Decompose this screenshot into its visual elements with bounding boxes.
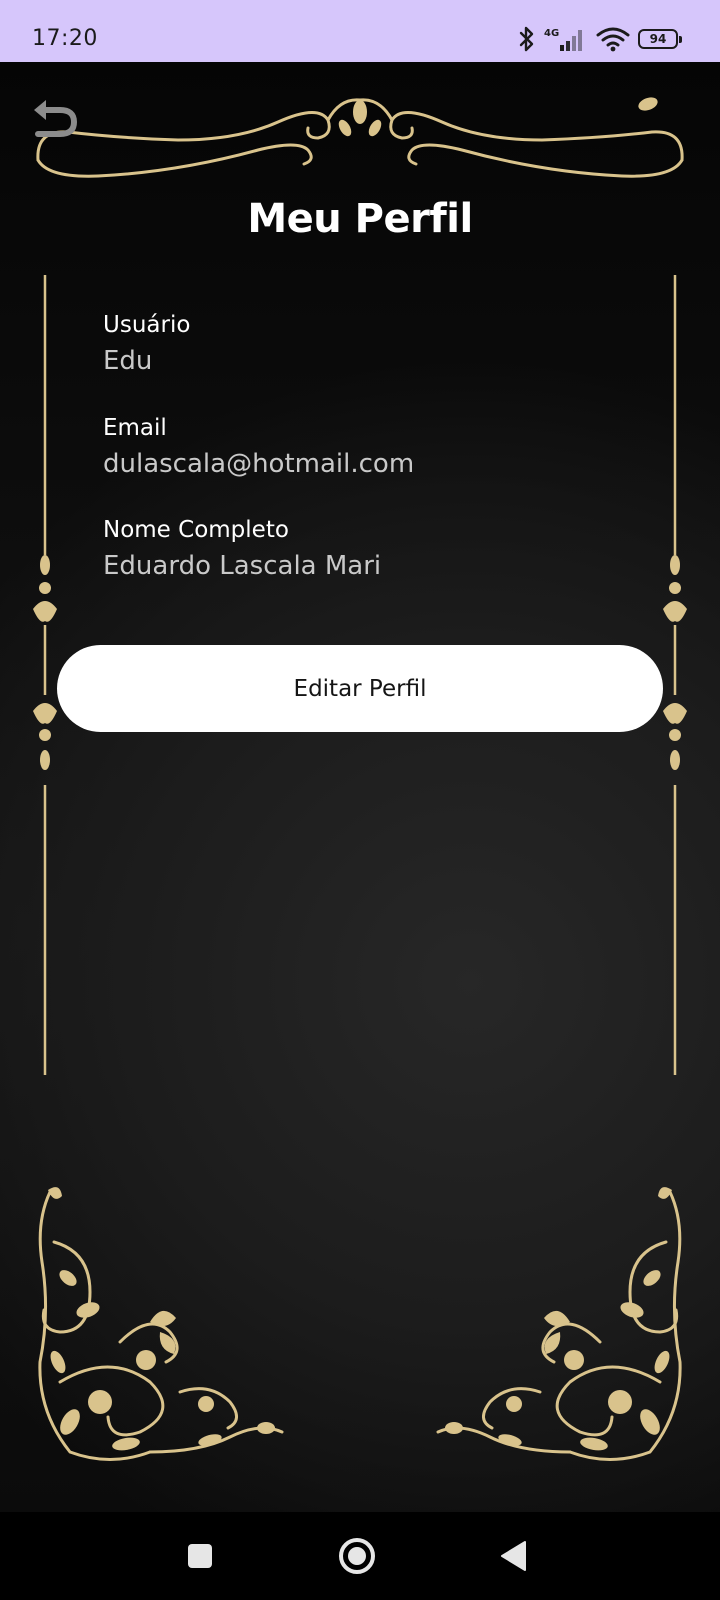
battery-level: 94 bbox=[649, 32, 667, 46]
field-username: Usuário Edu bbox=[103, 310, 623, 378]
field-value-username: Edu bbox=[103, 346, 153, 376]
status-bar: 17:20 4G 94 bbox=[0, 0, 720, 62]
undo-arrow-icon bbox=[34, 100, 78, 137]
home-button[interactable] bbox=[335, 1534, 379, 1578]
field-value-full-name: Eduardo Lascala Mari bbox=[103, 551, 382, 581]
recents-button[interactable] bbox=[178, 1534, 222, 1578]
profile-screen: Meu Perfil Usuário Edu Email dulascala@h… bbox=[0, 62, 720, 1512]
edit-profile-button[interactable]: Editar Perfil bbox=[57, 645, 663, 732]
field-email: Email dulascala@hotmail.com bbox=[103, 413, 623, 481]
page-title: Meu Perfil bbox=[247, 196, 473, 242]
wifi-icon bbox=[596, 27, 630, 52]
back-triangle-icon bbox=[501, 1541, 526, 1571]
nav-back-button[interactable] bbox=[492, 1534, 536, 1578]
signal-icon: 4G bbox=[544, 28, 582, 51]
system-nav-bar bbox=[0, 1512, 720, 1600]
back-button[interactable] bbox=[30, 98, 82, 142]
phone-screen: 17:20 4G 94 Meu Perfil Usuário Edu Email… bbox=[0, 0, 720, 1600]
field-label-email: Email bbox=[103, 415, 167, 441]
bluetooth-icon bbox=[519, 26, 534, 52]
network-type-label: 4G bbox=[544, 28, 559, 39]
right-border-ornament bbox=[663, 275, 687, 1075]
field-value-email: dulascala@hotmail.com bbox=[103, 449, 415, 479]
left-border-ornament bbox=[33, 275, 57, 1075]
top-flourish-ornament bbox=[36, 97, 684, 178]
battery-icon: 94 bbox=[638, 29, 682, 49]
status-time: 17:20 bbox=[32, 26, 98, 51]
recents-square-icon bbox=[188, 1544, 212, 1568]
bottom-right-floral-ornament bbox=[436, 1187, 682, 1461]
field-full-name: Nome Completo Eduardo Lascala Mari bbox=[103, 515, 623, 583]
home-circle-icon bbox=[339, 1538, 375, 1574]
bottom-left-floral-ornament bbox=[38, 1187, 284, 1461]
field-label-username: Usuário bbox=[103, 312, 191, 338]
field-label-full-name: Nome Completo bbox=[103, 517, 289, 543]
status-icons: 4G 94 bbox=[518, 24, 682, 54]
